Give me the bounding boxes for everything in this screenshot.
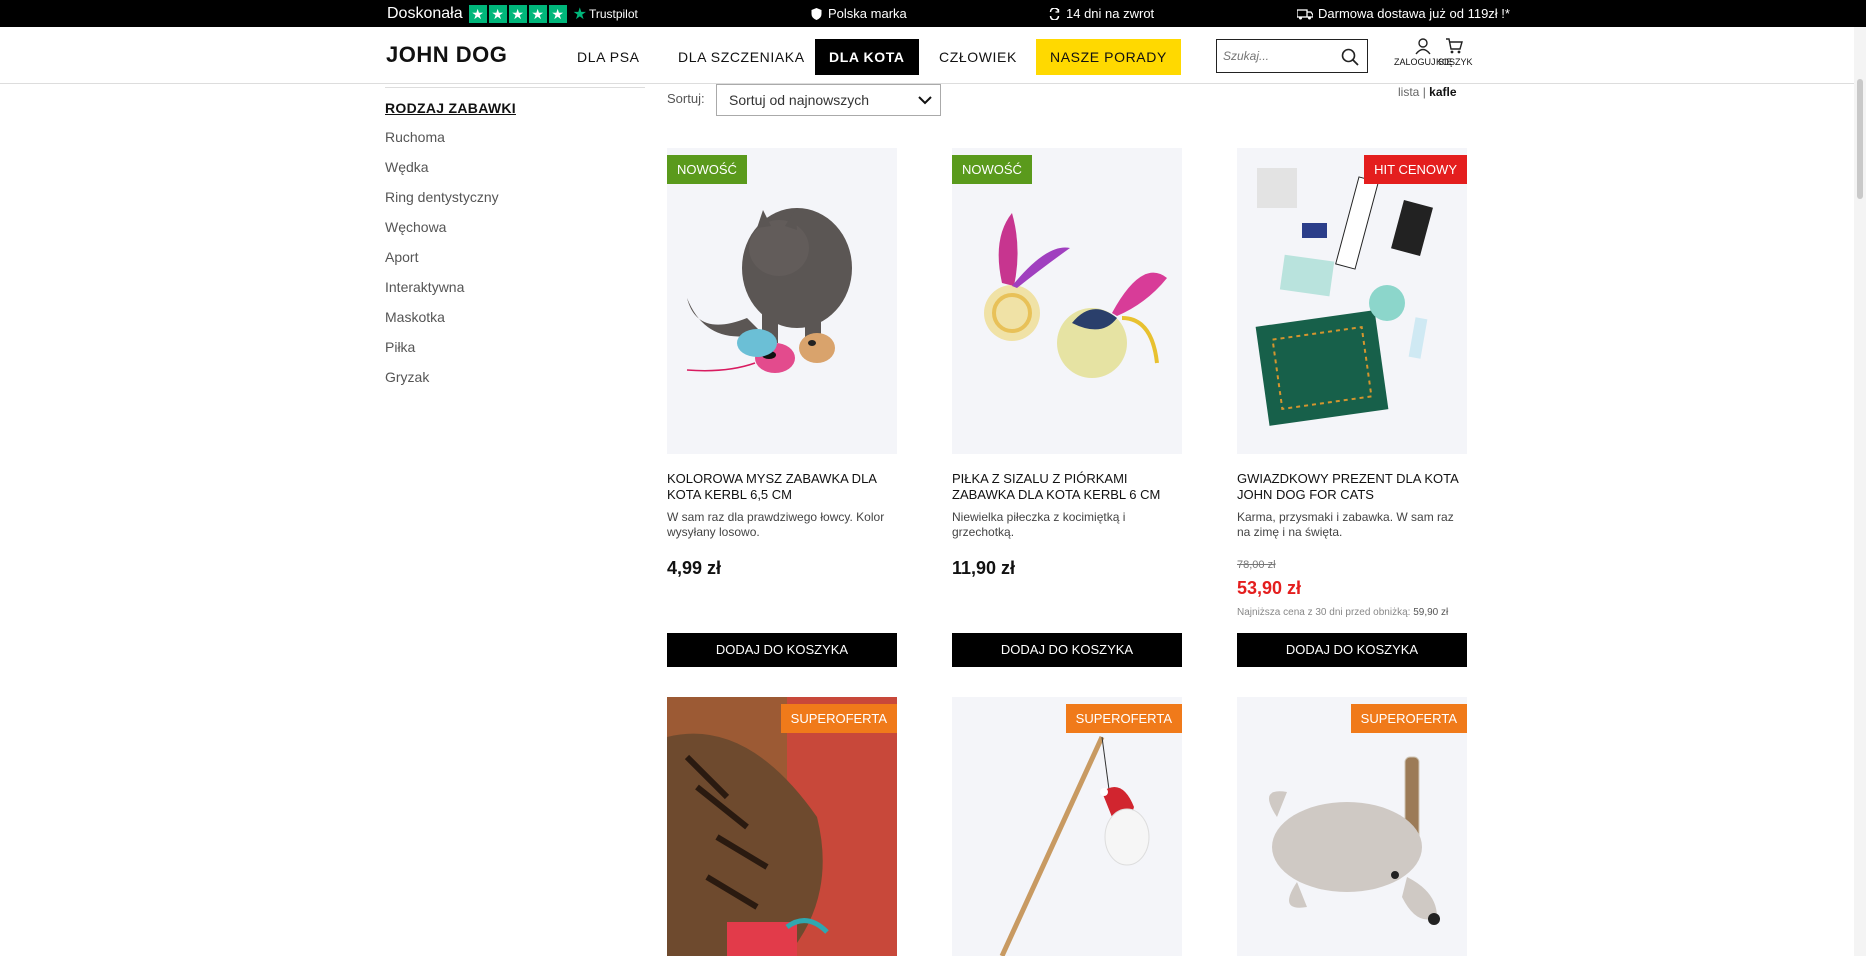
product-sale-price: 53,90 zł — [1237, 578, 1302, 598]
shield-icon — [811, 7, 822, 20]
cart-label: KOSZYK — [1436, 57, 1473, 67]
filter-title[interactable]: RODZAJ ZABAWKI — [385, 100, 516, 116]
page-scrollbar[interactable] — [1854, 27, 1866, 956]
nav-dla-psa[interactable]: DLA PSA — [563, 39, 654, 75]
delivery-info: Darmowa dostawa już od 119zł !* — [1297, 6, 1510, 21]
return-info: 14 dni na zwrot — [1048, 6, 1154, 21]
cart-icon — [1446, 38, 1464, 54]
product-image[interactable]: HIT CENOWY — [1237, 148, 1467, 454]
wand-toy-image — [999, 735, 1150, 956]
product-old-price: 78,00 zł — [1237, 559, 1276, 571]
site-logo[interactable]: JOHN DOG — [386, 42, 507, 68]
filter-item-ring-dentystyczny[interactable]: Ring dentystyczny — [385, 187, 499, 217]
product-price: 11,90 zł — [952, 558, 1016, 578]
product-image[interactable]: SUPEROFERTA — [952, 697, 1182, 956]
return-text: 14 dni na zwrot — [1066, 6, 1155, 21]
badge-superoffer: SUPEROFERTA — [1350, 704, 1467, 733]
sidebar-divider — [385, 87, 645, 88]
add-to-cart-button[interactable]: DODAJ DO KOSZYKA — [1237, 633, 1467, 667]
badge-hit: HIT CENOWY — [1364, 155, 1467, 184]
lowest-price-info: Najniższa cena z 30 dni przed obniżką: 5… — [1237, 607, 1448, 618]
polish-brand-info: Polska marka — [810, 6, 907, 21]
polish-brand-text: Polska marka — [828, 6, 907, 21]
filter-item-wechowa[interactable]: Węchowa — [385, 217, 499, 247]
filter-list: Ruchoma Wędka Ring dentystyczny Węchowa … — [385, 127, 499, 397]
return-icon — [1049, 7, 1060, 20]
product-name[interactable]: GWIAZDKOWY PREZENT DLA KOTA JOHN DOG FOR… — [1237, 471, 1467, 503]
view-toggle: lista | kafle — [1398, 85, 1457, 99]
product-image[interactable]: SUPEROFERTA — [667, 697, 897, 956]
filter-item-interaktywna[interactable]: Interaktywna — [385, 277, 499, 307]
trustpilot-logo: ★ Trustpilot — [573, 4, 638, 24]
tabby-cat-image — [667, 697, 897, 956]
lowest-price-value: 59,90 zł — [1413, 607, 1449, 618]
nav-czlowiek[interactable]: CZŁOWIEK — [925, 39, 1031, 75]
star-icon: ★ — [488, 5, 507, 23]
star-icon: ★ — [468, 5, 487, 23]
trustpilot-brand: Trustpilot — [588, 7, 638, 21]
star-icon: ★ — [508, 5, 527, 23]
filter-item-pilka[interactable]: Piłka — [385, 337, 499, 367]
search-icon[interactable] — [1341, 48, 1359, 66]
badge-superoffer: SUPEROFERTA — [1065, 704, 1182, 733]
user-icon — [1415, 38, 1431, 55]
nav-nasze-porady[interactable]: NASZE PORADY — [1036, 39, 1181, 75]
trustpilot-widget[interactable]: Doskonała ★ ★ ★ ★ ★ ★ Trustpilot — [387, 4, 638, 24]
search-box — [1216, 39, 1368, 73]
product-price: 4,99 zł — [667, 558, 722, 578]
product-name[interactable]: KOLOROWA MYSZ ZABAWKA DLA KOTA KERBL 6,5… — [667, 471, 897, 503]
lowest-price-label: Najniższa cena z 30 dni przed obniżką: — [1237, 607, 1411, 618]
top-bar: Doskonała ★ ★ ★ ★ ★ ★ Trustpilot Polska m… — [0, 0, 1866, 27]
sort-value: Sortuj od najnowszych — [729, 92, 870, 108]
product-description: W sam raz dla prawdziwego łowcy. Kolor w… — [667, 510, 885, 539]
badge-superoffer: SUPEROFERTA — [780, 704, 897, 733]
trustpilot-star-icon: ★ — [572, 6, 587, 23]
add-to-cart-button[interactable]: DODAJ DO KOSZYKA — [667, 633, 897, 667]
trustpilot-stars: ★ ★ ★ ★ ★ — [468, 5, 567, 23]
filter-item-wedka[interactable]: Wędka — [385, 157, 499, 187]
product-image[interactable]: SUPEROFERTA — [1237, 697, 1467, 956]
product-image[interactable]: NOWOŚĆ — [667, 148, 897, 454]
delivery-text: Darmowa dostawa już od 119zł !* — [1318, 6, 1510, 21]
product-image[interactable]: NOWOŚĆ — [952, 148, 1182, 454]
badge-new: NOWOŚĆ — [952, 155, 1032, 184]
view-list-link[interactable]: lista — [1398, 85, 1419, 99]
view-separator: | — [1422, 85, 1426, 99]
sort-label: Sortuj: — [667, 91, 705, 106]
filter-item-maskotka[interactable]: Maskotka — [385, 307, 499, 337]
chevron-down-icon — [918, 96, 932, 105]
filter-item-aport[interactable]: Aport — [385, 247, 499, 277]
trustpilot-rating: Doskonała — [387, 5, 463, 22]
view-tiles-link[interactable]: kafle — [1429, 85, 1456, 99]
product-description: Karma, przysmaki i zabawka. W sam raz na… — [1237, 510, 1454, 539]
gift-set-image — [1255, 168, 1433, 426]
sort-select[interactable]: Sortuj od najnowszych — [716, 84, 941, 116]
scrollbar-thumb[interactable] — [1857, 79, 1863, 199]
sisal-balls-image — [984, 213, 1167, 378]
star-icon: ★ — [548, 5, 567, 23]
product-name[interactable]: PIŁKA Z SIZALU Z PIÓRKAMI ZABAWKA DLA KO… — [952, 471, 1182, 503]
filter-item-gryzak[interactable]: Gryzak — [385, 367, 499, 397]
badge-new: NOWOŚĆ — [667, 155, 747, 184]
add-to-cart-button[interactable]: DODAJ DO KOSZYKA — [952, 633, 1182, 667]
truck-icon — [1297, 8, 1313, 19]
cat-with-mice-image — [686, 208, 852, 373]
main-header: JOHN DOG DLA PSA DLA SZCZENIAKA DLA KOTA… — [0, 27, 1866, 84]
nav-dla-szczeniaka[interactable]: DLA SZCZENIAKA — [664, 39, 819, 75]
plush-toy-image — [1269, 756, 1440, 925]
nav-dla-kota[interactable]: DLA KOTA — [815, 39, 919, 75]
cart-button[interactable]: KOSZYK — [1436, 37, 1473, 67]
star-icon: ★ — [528, 5, 547, 23]
filter-item-ruchoma[interactable]: Ruchoma — [385, 127, 499, 157]
product-description: Niewielka piłeczka z kocimiętką i grzech… — [952, 510, 1126, 539]
search-input[interactable] — [1217, 40, 1335, 72]
